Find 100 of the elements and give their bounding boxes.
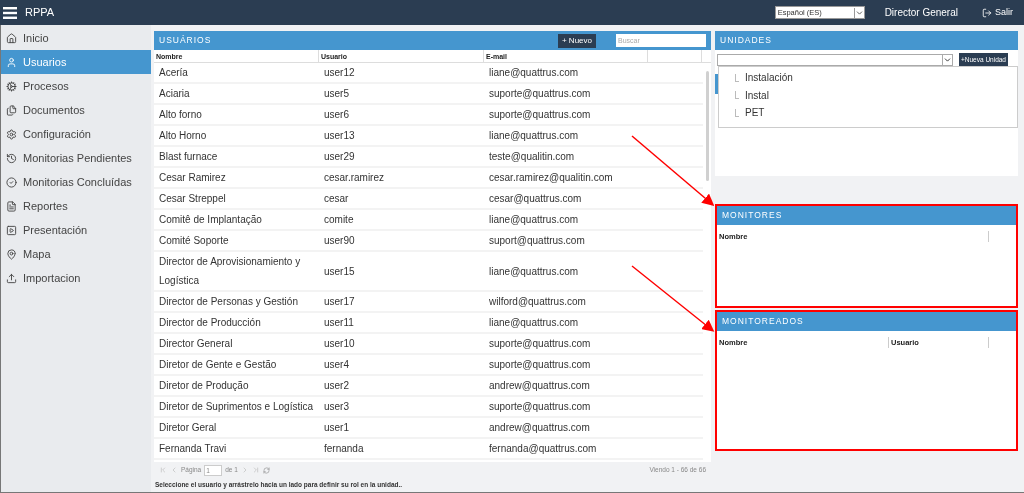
table-cell-text: liane@quattrus.com [488,264,580,279]
table-cell-text: liane@quattrus.com [488,129,580,143]
table-cell-text: Diretor Geral [158,421,218,435]
table-cell-text: cesar [323,192,350,206]
menu-icon[interactable] [3,6,17,19]
report-icon [6,200,17,212]
first-page-icon[interactable] [159,466,167,474]
table-cell-text: Alto Horno [158,129,208,143]
tree-node[interactable]: Instal [745,87,769,103]
table-cell-text: liane@quattrus.com [488,66,580,80]
table-row[interactable]: Director de Producción user11 liane@quattrus.com [154,313,703,334]
table-cell-text: user1 [323,421,350,435]
table-cell-text: suporte@quattrus.com [488,337,592,351]
sidebar-item[interactable]: Reportes [1,194,151,218]
table-cell-text: user2 [323,379,350,393]
table-cell-text: Director de Aprovisionamiento y Logística [158,255,302,288]
table-cell-text: user13 [323,129,356,143]
table-cell-text: user15 [323,264,356,279]
table-row[interactable]: Director de Aprovisionamiento y Logística user15 liane@quattrus.com [154,252,703,292]
table-row[interactable]: Director de Personas y Gestión user17 wilford@quattrus.com [154,292,703,313]
gears-icon [6,80,17,92]
table-row[interactable]: Comité Soporte user90 suport@quattrus.com [154,231,703,252]
table-cell-text: teste@qualitin.com [488,150,576,164]
user-icon [6,56,17,68]
table-cell-text: cesar.ramirez [323,171,385,185]
table-cell-text: Acería [158,66,189,80]
table-row[interactable]: Fernanda Travi fernanda fernanda@quattrus.com [154,439,703,460]
table-cell-text: Diretor de Suprimentos e Logística [158,400,314,414]
table-row[interactable]: Aciaria user5 suporte@quattrus.com [154,84,703,105]
table-cell-text: fernanda@quattrus.com [488,442,598,456]
logout-icon [982,7,992,18]
table-row[interactable]: Alto forno user6 suporte@quattrus.com [154,105,703,126]
last-page-icon[interactable] [251,466,260,474]
table-row[interactable]: Comitê de Implantação comite liane@quattrus.com [154,210,703,231]
table-row[interactable]: Diretor de Suprimentos e Logística user3 suporte@quattrus.com [154,397,703,418]
table-cell-text: user3 [323,400,350,414]
presentation-icon [6,224,17,236]
table-cell-text: Director General [158,337,234,351]
new-user-button[interactable]: + Nuevo [557,33,596,48]
sidebar-item[interactable]: Configuración [1,122,151,146]
table-cell-text: Alto forno [158,108,203,122]
table-cell-text: Fernanda Travi [158,442,228,456]
map-pin-icon [6,248,17,260]
sidebar-item[interactable]: Importacion [1,266,151,290]
table-cell-text: andrew@quattrus.com [488,421,591,435]
table-cell-text: suporte@quattrus.com [488,87,592,101]
table-cell-text: cesar.ramirez@qualitin.com [488,171,614,185]
table-cell-text: Director de Personas y Gestión [158,295,299,309]
home-icon [6,32,17,44]
sidebar-item[interactable]: Documentos [1,98,151,122]
table-cell-text: suporte@quattrus.com [488,358,592,372]
sidebar-item[interactable]: Monitorias Pendientes [1,146,151,170]
previous-page-icon[interactable] [170,466,178,474]
table-cell-text: Blast furnace [158,150,219,164]
table-cell-text: Cesar Streppel [158,192,227,206]
sidebar-item[interactable]: Monitorias Concluídas [1,170,151,194]
app-title: RPPA [25,5,55,21]
table-cell-text: liane@quattrus.com [488,316,580,330]
sidebar-item[interactable]: Inicio [1,26,151,50]
table-cell-text: Aciaria [158,87,191,101]
refresh-icon[interactable] [262,466,270,474]
table-cell-text: Comité Soporte [158,234,230,248]
table-cell-text: andrew@quattrus.com [488,379,591,393]
sidebar-item[interactable]: Mapa [1,242,151,266]
table-cell-text: user5 [323,87,350,101]
table-cell-text: comite [323,213,355,227]
table-cell-text: user29 [323,150,356,164]
table-cell-text: Cesar Ramirez [158,171,227,185]
table-cell-text: cesar@quattrus.com [488,192,583,206]
panel-title: UNIDADES [720,34,773,47]
table-cell-text: user11 [323,316,355,330]
table-row[interactable]: Alto Horno user13 liane@quattrus.com [154,126,703,147]
upload-icon [6,272,17,284]
table-cell-text: suport@quattrus.com [488,234,586,248]
table-row[interactable]: Diretor Geral user1 andrew@quattrus.com [154,418,703,439]
table-row[interactable]: Cesar Ramirez cesar.ramirez cesar.ramirez@qualitin.com [154,168,703,189]
table-row[interactable]: Blast furnace user29 teste@qualitin.com [154,147,703,168]
table-row[interactable]: Diretor de Produção user2 andrew@quattrus.com [154,376,703,397]
table-cell-text: liane@quattrus.com [488,213,580,227]
history-icon [6,152,17,164]
table-cell-text: suporte@quattrus.com [488,108,592,122]
panel-title: MONITORES [722,209,784,222]
settings-icon [6,128,17,140]
sidebar-item[interactable]: Presentación [1,218,151,242]
table-cell-text: fernanda [323,442,365,456]
table-cell-text: wilford@quattrus.com [488,295,587,309]
sidebar-item[interactable]: Procesos [1,74,151,98]
table-cell-text: user10 [323,337,356,351]
dropdown-icon [853,7,864,18]
logout-link[interactable]: Salir [982,5,1013,20]
user-menu[interactable]: Director General [884,5,958,20]
table-row[interactable]: Cesar Streppel cesar cesar@quattrus.com [154,189,703,210]
table-row[interactable]: Acería user12 liane@quattrus.com [154,63,703,84]
unit-select[interactable] [717,53,953,66]
table-row[interactable]: Diretor de Gente e Gestão user4 suporte@quattrus.com [154,355,703,376]
tree-node[interactable]: PET [745,105,765,121]
documents-icon [6,104,17,116]
table-row[interactable]: Director General user10 suporte@quattrus.com [154,334,703,355]
tree-node[interactable]: Instalación [745,70,793,86]
check-circle-icon [6,176,17,188]
